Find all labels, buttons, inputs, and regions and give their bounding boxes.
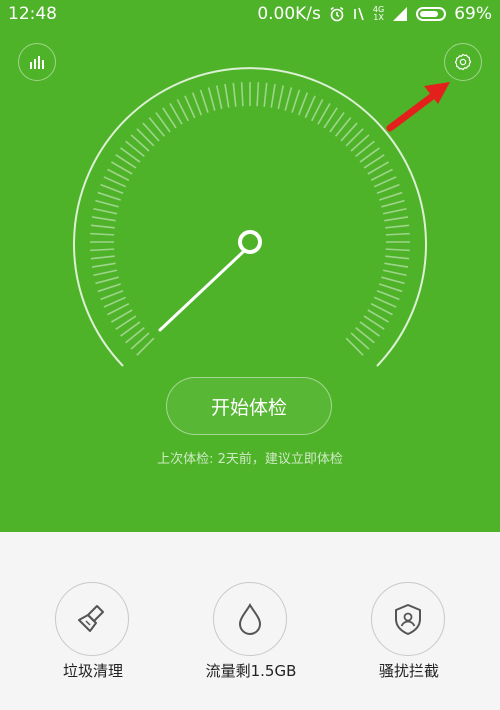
start-checkup-button[interactable]: 开始体检	[166, 377, 332, 435]
gauge-tick	[382, 207, 407, 215]
gauge-tick	[232, 82, 237, 107]
gauge-tick	[100, 289, 124, 301]
tool-harassment-block-label: 骚扰拦截	[378, 662, 439, 680]
gauge-tick	[256, 82, 260, 107]
gauge-tick	[95, 276, 119, 285]
gauge-tick	[384, 216, 409, 222]
gauge-tick	[297, 92, 309, 116]
gauge-tick	[379, 191, 403, 201]
gauge-tick	[100, 183, 124, 195]
gauge-tick	[91, 216, 116, 222]
top-panel: 12:48 0.00K/s 4G 1X 69% 开始体检 上次体检: 2天前，建…	[0, 0, 500, 532]
tool-harassment-block[interactable]	[371, 582, 447, 656]
gauge-tick	[97, 283, 121, 293]
gauge-tick	[270, 83, 276, 108]
gauge-tick	[385, 248, 410, 252]
gauge-tick	[93, 269, 118, 277]
gauge-tick	[90, 248, 115, 252]
gauge-tick	[385, 232, 410, 236]
broom-icon	[78, 605, 104, 632]
gauge-tick	[373, 176, 397, 188]
gauge-needle	[158, 250, 245, 332]
gauge-tick	[103, 176, 127, 188]
gauge-tick	[191, 92, 203, 116]
gauge-tick	[207, 87, 216, 111]
gauge-tick	[91, 262, 116, 268]
gauge-tick	[184, 95, 196, 119]
gauge-tick	[97, 191, 121, 201]
gauge-tick	[90, 232, 115, 236]
gauge-tick	[103, 296, 127, 308]
gauge-tick	[224, 83, 230, 108]
tool-data-usage-label: 流量剩1.5GB	[205, 662, 297, 680]
tool-data-usage[interactable]	[213, 582, 289, 656]
gauge-tick	[284, 87, 293, 111]
gauge-tick	[277, 85, 285, 110]
gauge-tick	[384, 262, 409, 268]
gauge-tick	[215, 85, 223, 110]
gauge-tick	[381, 276, 405, 285]
gauge-tick	[304, 95, 316, 119]
gauge-tick	[379, 283, 403, 293]
gauge-tick	[90, 224, 115, 229]
gauge-tick	[291, 89, 301, 113]
gauge-tick	[95, 199, 119, 208]
gauge-tick	[373, 296, 397, 308]
gauge-tick	[381, 199, 405, 208]
gauge-tick	[382, 269, 407, 277]
gauge-tick	[240, 82, 244, 107]
gauge-tick	[90, 255, 115, 260]
shield-user-icon	[395, 604, 421, 635]
tool-junk-clean-label: 垃圾清理	[62, 662, 123, 680]
tool-junk-clean[interactable]	[55, 582, 131, 656]
gauge-tick	[263, 82, 268, 107]
gauge-tick	[376, 183, 400, 195]
gauge-tick	[376, 289, 400, 301]
last-checkup-text: 上次体检: 2天前，建议立即体检	[157, 452, 343, 467]
gauge-tick	[385, 255, 410, 260]
gauge-tick	[199, 89, 209, 113]
gauge-tick	[385, 224, 410, 229]
droplet-icon	[238, 602, 262, 635]
gauge-tick	[93, 207, 118, 215]
gauge-ticks	[90, 82, 410, 356]
gauge-pivot	[238, 230, 262, 254]
